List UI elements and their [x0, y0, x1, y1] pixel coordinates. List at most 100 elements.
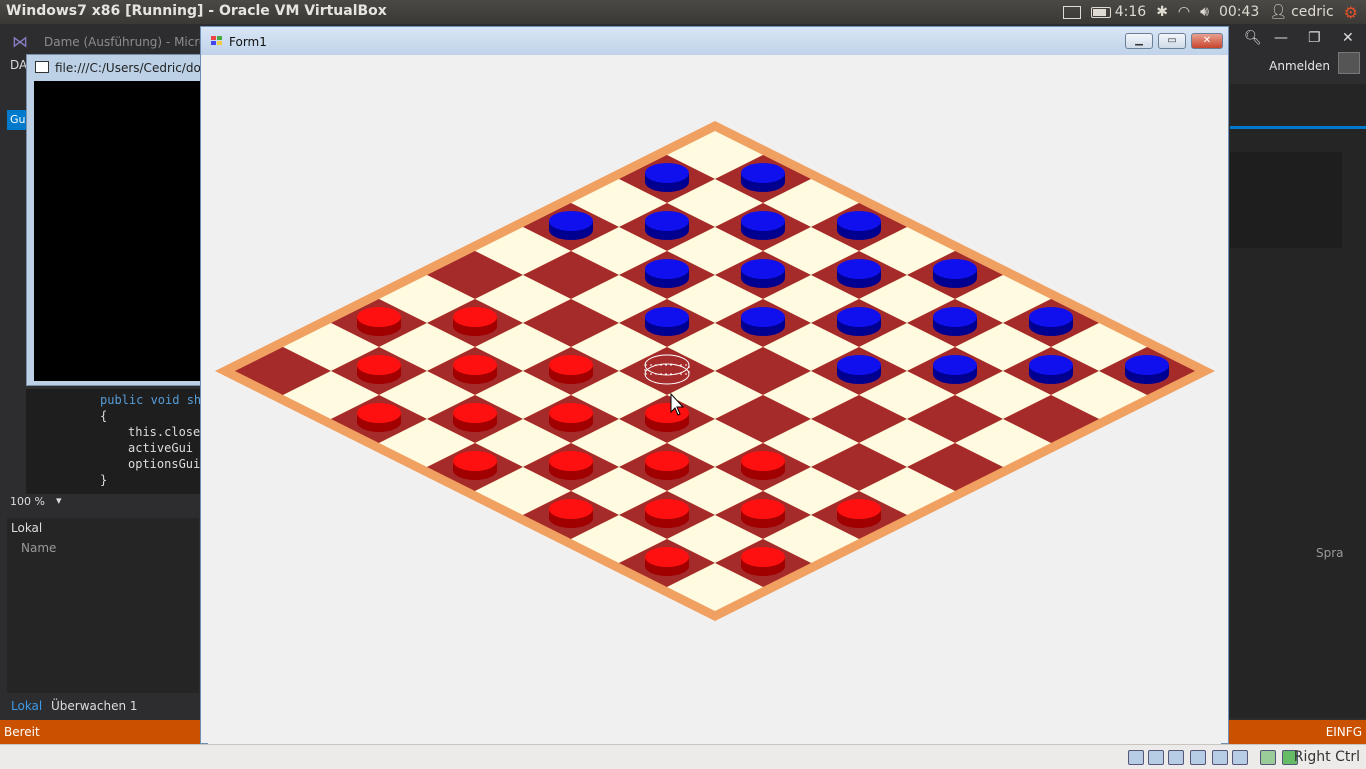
bluetooth-icon[interactable]: ✱ — [1156, 4, 1168, 20]
minimize-button[interactable]: ▁ — [1125, 33, 1153, 49]
close-icon[interactable]: ✕ — [1342, 30, 1354, 46]
blue-piece[interactable] — [741, 259, 785, 288]
display-icon[interactable] — [1232, 750, 1248, 765]
form1-title-bar[interactable]: Form1 ▁ ▭ ✕ — [201, 27, 1228, 55]
battery-indicator[interactable]: 4:16 — [1090, 4, 1146, 20]
disk-icon[interactable] — [1128, 750, 1144, 765]
red-piece[interactable] — [453, 451, 497, 480]
piece-part — [741, 307, 785, 327]
blue-piece[interactable] — [741, 307, 785, 336]
red-piece[interactable] — [549, 499, 593, 528]
locals-panel: Lokal Name — [7, 518, 199, 693]
red-piece[interactable] — [357, 355, 401, 384]
menu-file[interactable]: DA — [10, 58, 27, 72]
red-piece[interactable] — [453, 403, 497, 432]
locals-column-name[interactable]: Name — [21, 541, 56, 555]
tab-watch[interactable]: Überwachen 1 — [51, 699, 138, 713]
zoom-dropdown[interactable]: 100 % ▾ — [8, 494, 66, 510]
piece-part — [549, 211, 593, 231]
zoom-value: 100 % — [10, 495, 45, 508]
red-piece[interactable] — [549, 355, 593, 384]
piece-part — [645, 547, 689, 567]
form1-client-area[interactable] — [208, 55, 1221, 745]
checkers-board[interactable] — [208, 55, 1221, 745]
blue-piece[interactable] — [645, 211, 689, 240]
blue-piece[interactable] — [837, 211, 881, 240]
piece-part — [837, 307, 881, 327]
piece-part — [453, 403, 497, 423]
column-language[interactable]: Spra — [1316, 546, 1344, 560]
optical-drive-icon[interactable] — [1148, 750, 1164, 765]
red-piece[interactable] — [549, 451, 593, 480]
red-piece[interactable] — [453, 307, 497, 336]
piece-part — [357, 403, 401, 423]
blue-piece[interactable] — [1029, 307, 1073, 336]
volume-icon[interactable]: 🔊︎ — [1200, 4, 1209, 20]
console-window[interactable]: file:///C:/Users/Cedric/doc — [26, 54, 208, 386]
blue-piece[interactable] — [837, 307, 881, 336]
blue-piece[interactable] — [645, 163, 689, 192]
blue-piece[interactable] — [549, 211, 593, 240]
code-line: this.close — [128, 425, 201, 439]
vm-display[interactable]: ⋈ Dame (Ausführung) - Micros 🔍︎ — ❐ ✕ DA… — [0, 24, 1366, 745]
blue-piece[interactable] — [933, 307, 977, 336]
locals-title: Lokal — [11, 521, 43, 535]
right-lower-panel: Spra — [1230, 518, 1366, 718]
red-piece[interactable] — [741, 547, 785, 576]
form1-window[interactable]: Form1 ▁ ▭ ✕ — [200, 26, 1229, 745]
red-piece[interactable] — [741, 499, 785, 528]
search-icon[interactable]: 🔍︎ — [1244, 30, 1262, 46]
red-piece[interactable] — [645, 451, 689, 480]
red-piece[interactable] — [357, 403, 401, 432]
user-menu[interactable]: 👤︎ cedric — [1269, 4, 1333, 20]
red-piece[interactable] — [549, 403, 593, 432]
piece-part — [645, 307, 689, 327]
blue-piece[interactable] — [933, 259, 977, 288]
code-line: { — [100, 409, 108, 423]
avatar[interactable] — [1338, 52, 1360, 74]
red-piece[interactable] — [837, 499, 881, 528]
form-icon — [211, 36, 222, 45]
piece-part — [645, 163, 689, 183]
clock[interactable]: 00:43 — [1219, 4, 1259, 20]
blue-piece[interactable] — [933, 355, 977, 384]
piece-part — [741, 163, 785, 183]
editor-tab[interactable]: Gu — [7, 110, 27, 130]
network-icon[interactable] — [1190, 750, 1206, 765]
usb-icon[interactable] — [1168, 750, 1184, 765]
red-piece[interactable] — [645, 499, 689, 528]
sign-in-link[interactable]: Anmelden — [1269, 59, 1330, 73]
host-top-panel: Windows7 x86 [Running] - Oracle VM Virtu… — [0, 0, 1366, 24]
blue-piece[interactable] — [1125, 355, 1169, 384]
blue-piece[interactable] — [1029, 355, 1073, 384]
red-piece[interactable] — [645, 547, 689, 576]
user-name: cedric — [1291, 4, 1334, 20]
blue-piece[interactable] — [741, 211, 785, 240]
console-body[interactable] — [34, 81, 204, 381]
red-piece[interactable] — [741, 451, 785, 480]
tab-locals[interactable]: Lokal — [11, 699, 42, 713]
code-line: } — [100, 473, 108, 487]
minimize-icon[interactable]: — — [1274, 30, 1288, 46]
maximize-button[interactable]: ▭ — [1158, 33, 1186, 49]
red-piece[interactable] — [357, 307, 401, 336]
blue-piece[interactable] — [741, 163, 785, 192]
blue-piece[interactable] — [645, 307, 689, 336]
close-button[interactable]: ✕ — [1191, 33, 1223, 49]
mail-icon[interactable] — [1062, 5, 1081, 19]
red-piece[interactable] — [453, 355, 497, 384]
wifi-icon[interactable]: ◠ — [1178, 4, 1190, 20]
blue-piece[interactable] — [837, 355, 881, 384]
piece-part — [741, 547, 785, 567]
piece-part — [549, 355, 593, 375]
shared-folder-icon[interactable] — [1212, 750, 1228, 765]
visual-studio-logo-icon: ⋈ — [12, 32, 28, 51]
blue-piece[interactable] — [837, 259, 881, 288]
code-editor[interactable]: public void sh { this.close activeGui op… — [26, 389, 201, 494]
piece-part — [933, 307, 977, 327]
piece-part — [837, 499, 881, 519]
session-gear-icon[interactable]: ⚙ — [1344, 3, 1358, 22]
capture-icon[interactable] — [1260, 750, 1276, 765]
blue-piece[interactable] — [645, 259, 689, 288]
restore-icon[interactable]: ❐ — [1308, 30, 1321, 46]
